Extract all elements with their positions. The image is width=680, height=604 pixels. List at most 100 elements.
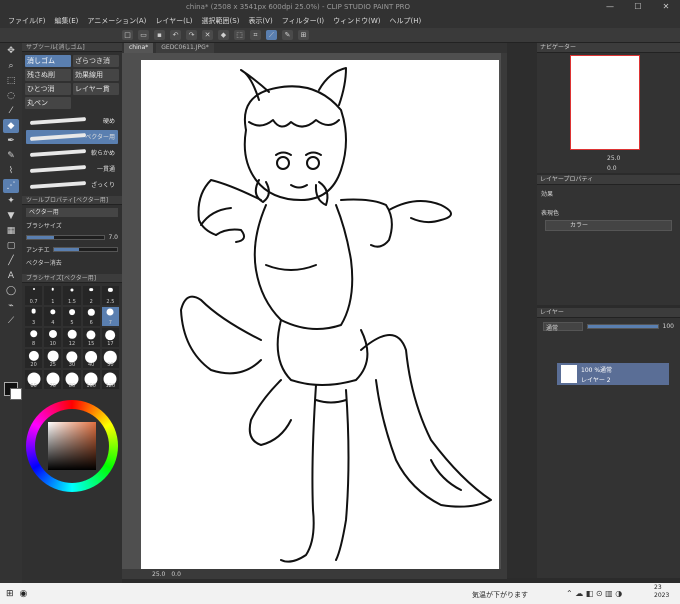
menu-edit[interactable]: 編集(E) (55, 16, 79, 26)
brush-size-option[interactable]: 4 (44, 307, 62, 326)
brush-size-option[interactable]: 12 (63, 328, 81, 347)
blend-mode-select[interactable]: 通常 (543, 322, 583, 332)
menu-selection[interactable]: 選択範囲(S) (202, 16, 240, 26)
windows-start-icon[interactable]: ⊞ (6, 589, 14, 599)
clock[interactable]: 23 2023 (654, 584, 669, 600)
pen-tool-icon[interactable]: ✒ (3, 134, 19, 148)
brush-size-option[interactable]: 20 (25, 349, 43, 368)
menu-filter[interactable]: フィルター(I) (282, 16, 324, 26)
brush-size-option[interactable]: 1 (44, 286, 62, 305)
brush-size-option[interactable]: 30 (63, 349, 81, 368)
subtool-item[interactable]: 丸ペン (25, 97, 71, 109)
brush-size-option[interactable]: 100 (82, 370, 100, 389)
brush-item[interactable]: 軟らかめ (26, 146, 118, 160)
brush-size-option[interactable]: 40 (82, 349, 100, 368)
subtool-item[interactable]: ざらつき消 (73, 55, 119, 67)
close-button[interactable]: ✕ (652, 0, 680, 13)
pencil-icon[interactable]: ✎ (3, 149, 19, 163)
zoom-value[interactable]: 25.0 (152, 571, 165, 578)
navigator-zoom[interactable]: 25.0 (607, 155, 620, 162)
brush-size-option[interactable]: 5 (63, 307, 81, 326)
airbrush-icon[interactable]: ⋰ (3, 179, 19, 193)
menu-animation[interactable]: アニメーション(A) (87, 16, 146, 26)
ruler-icon[interactable]: ⟋ (266, 30, 277, 40)
subtool-item[interactable]: レイヤー貫 (73, 83, 119, 95)
eraser-icon[interactable]: ◆ (3, 119, 19, 133)
layer-opacity-slider[interactable] (587, 324, 659, 329)
open-icon[interactable]: ▭ (138, 30, 149, 40)
brush-item[interactable]: ざっくり (26, 178, 118, 192)
weather-widget[interactable]: 気温が下がります (472, 590, 528, 600)
guide-icon[interactable]: ⊞ (298, 30, 309, 40)
decoration-icon[interactable]: ✦ (3, 194, 19, 208)
brush-size-option[interactable]: 2 (82, 286, 100, 305)
balloon-icon[interactable]: ◯ (3, 284, 19, 298)
brush-size-option[interactable]: 8 (25, 328, 43, 347)
brush-size-option[interactable]: 2.5 (101, 286, 119, 305)
tab-china[interactable]: china* (124, 43, 154, 53)
gradient-icon[interactable]: ▦ (3, 224, 19, 238)
brush-size-option[interactable]: 25 (44, 349, 62, 368)
text-icon[interactable]: A (3, 269, 19, 283)
antialias-selector[interactable] (52, 247, 118, 252)
select-icon[interactable]: ⬚ (3, 74, 19, 88)
chrome-icon[interactable]: ◉ (20, 589, 28, 599)
new-icon[interactable]: □ (122, 30, 133, 40)
brush-size-option[interactable]: 120 (101, 370, 119, 389)
brush-size-slider[interactable] (26, 235, 106, 240)
layer-row[interactable]: 100 %通常 レイヤー 2 (557, 363, 669, 385)
subtool-item[interactable]: 残さぬ削 (25, 69, 71, 81)
color-wheel[interactable] (26, 400, 118, 492)
navigator-thumbnail[interactable] (570, 55, 640, 150)
color-square[interactable] (48, 422, 96, 470)
brush-size-option[interactable]: 70 (44, 370, 62, 389)
snap-icon[interactable]: ⌗ (250, 30, 261, 40)
brush-size-option[interactable]: 60 (25, 370, 43, 389)
brush-size-option[interactable]: 50 (101, 349, 119, 368)
angle-value[interactable]: 0.0 (171, 571, 181, 578)
brush-size-option[interactable]: 1.5 (63, 286, 81, 305)
brush-icon[interactable]: ⌇ (3, 164, 19, 178)
clear-icon[interactable]: ✕ (202, 30, 213, 40)
transform-icon[interactable]: ⬚ (234, 30, 245, 40)
menu-layer[interactable]: レイヤー(L) (155, 16, 192, 26)
brush-item[interactable]: ベクター用 (26, 130, 118, 144)
correct-icon[interactable]: ⌁ (3, 299, 19, 313)
save-icon[interactable]: ▪ (154, 30, 165, 40)
redo-icon[interactable]: ↷ (186, 30, 197, 40)
subtool-item[interactable]: ひとつ消 (25, 83, 71, 95)
menu-view[interactable]: 表示(V) (248, 16, 272, 26)
fill-tool-icon[interactable]: ▼ (3, 209, 19, 223)
brush-size-option[interactable]: 6 (82, 307, 100, 326)
subtool-item[interactable]: 効果線用 (73, 69, 119, 81)
tab-gedc0611[interactable]: GEDC0611.JPG* (156, 43, 214, 53)
menu-window[interactable]: ウィンドウ(W) (333, 16, 380, 26)
figure-icon[interactable]: ▢ (3, 239, 19, 253)
undo-icon[interactable]: ↶ (170, 30, 181, 40)
brush-size-option[interactable]: 17 (101, 328, 119, 347)
lasso-icon[interactable]: ◌ (3, 89, 19, 103)
move-icon[interactable]: ✥ (3, 44, 19, 58)
system-tray[interactable]: ⌃ ☁ ◧ ⊙ ▥ ◑ (566, 589, 622, 598)
brush-size-option[interactable]: 10 (44, 328, 62, 347)
line-icon[interactable]: ╱ (3, 254, 19, 268)
brush-size-option[interactable]: 15 (82, 328, 100, 347)
zoom-icon[interactable]: ⌕ (3, 59, 19, 73)
brush-item[interactable]: 一貫通 (26, 162, 118, 176)
brush-size-option[interactable]: 0.7 (25, 286, 43, 305)
menu-file[interactable]: ファイル(F) (8, 16, 46, 26)
ruler-tool-icon[interactable]: ⟋ (3, 314, 19, 328)
eyedropper-icon[interactable]: ⁄ (3, 104, 19, 118)
color-mode-select[interactable]: カラー (545, 220, 672, 231)
subtool-item[interactable]: 消しゴム (25, 55, 71, 67)
layer-opacity-value[interactable]: 100 (663, 323, 674, 330)
brush-item[interactable]: 硬め (26, 114, 118, 128)
sub-color-swatch[interactable] (10, 388, 22, 400)
maximize-button[interactable]: ☐ (624, 0, 652, 13)
fill-icon[interactable]: ◆ (218, 30, 229, 40)
brush-size-option[interactable]: 7 (101, 307, 119, 326)
brush-size-option[interactable]: 3 (25, 307, 43, 326)
minimize-button[interactable]: — (596, 0, 624, 13)
drawing-canvas[interactable] (141, 60, 499, 572)
brush-size-option[interactable]: 80 (63, 370, 81, 389)
